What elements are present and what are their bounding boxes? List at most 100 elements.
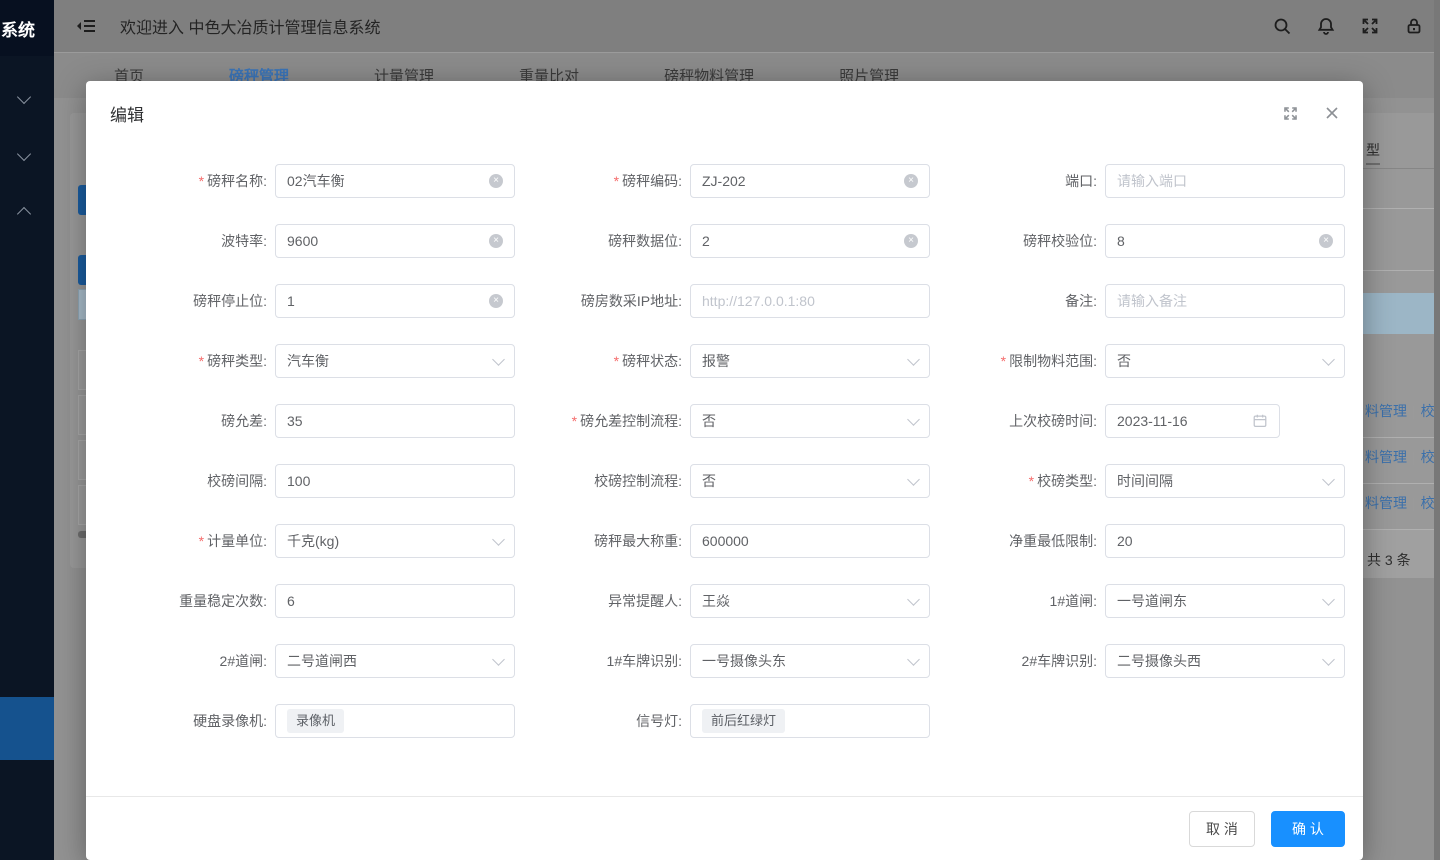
menu-fold-icon[interactable] <box>76 18 96 34</box>
daq-ip-field <box>690 284 930 318</box>
remark-form-item: 备注: <box>930 284 1345 318</box>
measure-unit-select[interactable]: 千克(kg) <box>275 524 515 558</box>
table-action-link[interactable]: 校 <box>1421 493 1435 513</box>
scale-name-input[interactable] <box>287 165 489 197</box>
scale-type-select[interactable]: 汽车衡 <box>275 344 515 378</box>
scale-name-field: × <box>275 164 515 198</box>
plate-camera-2-label: 2#车牌识别: <box>930 651 1105 671</box>
remark-label: 备注: <box>930 291 1105 311</box>
stable-times-form-item: 重量稳定次数: <box>110 584 515 618</box>
required-asterisk: * <box>1029 473 1034 489</box>
dvr-form-item: 硬盘录像机:录像机 <box>110 704 515 738</box>
plate-camera-1-select[interactable]: 一号摄像头东 <box>690 644 930 678</box>
clear-icon[interactable]: × <box>489 174 503 188</box>
link-divider: | <box>1412 449 1416 465</box>
tolerance-field <box>275 404 515 438</box>
remark-input[interactable] <box>1117 285 1333 317</box>
stop-bits-input[interactable] <box>287 285 489 317</box>
sidebar-menu-chevron-down-icon[interactable] <box>17 90 31 104</box>
dialog-fullscreen-icon[interactable] <box>1282 105 1299 127</box>
dialog-title: 编辑 <box>110 101 144 126</box>
table-action-link[interactable]: 料管理 <box>1365 447 1407 467</box>
calendar-icon[interactable] <box>1252 413 1268 429</box>
calibration-type-select[interactable]: 时间间隔 <box>1105 464 1345 498</box>
sidebar-menu-chevron-up-icon[interactable] <box>17 207 31 221</box>
scale-code-input[interactable] <box>702 165 904 197</box>
gate-2-select[interactable]: 二号道闸西 <box>275 644 515 678</box>
min-net-weight-input[interactable] <box>1117 525 1333 557</box>
gate-2-label: 2#道闸: <box>110 651 275 671</box>
tolerance-flow-form-item: *磅允差控制流程:否 <box>515 404 930 438</box>
plate-camera-2-select[interactable]: 二号摄像头西 <box>1105 644 1345 678</box>
required-asterisk: * <box>614 353 619 369</box>
max-weight-input[interactable] <box>702 525 918 557</box>
gate-1-form-item: 1#道闸:一号道闸东 <box>930 584 1345 618</box>
sidebar: 系统 <box>0 0 54 860</box>
clear-icon[interactable]: × <box>489 294 503 308</box>
required-asterisk: * <box>1001 353 1006 369</box>
baud-rate-input[interactable] <box>287 225 489 257</box>
sidebar-menu-chevron-down-icon[interactable] <box>17 147 31 161</box>
scale-name-form-item: *磅秤名称:× <box>110 164 515 198</box>
required-asterisk: * <box>199 533 204 549</box>
vertical-scrollbar[interactable] <box>1434 0 1440 860</box>
alert-person-select[interactable]: 王焱 <box>690 584 930 618</box>
data-bits-input[interactable] <box>702 225 904 257</box>
scale-status-form-item: *磅秤状态:报警 <box>515 344 930 378</box>
edit-dialog: 编辑 *磅秤名称:×*磅秤编码:×端口:波特率:×磅秤数据位:×磅秤校验位:×磅… <box>86 81 1363 860</box>
gate-1-select[interactable]: 一号道闸东 <box>1105 584 1345 618</box>
chevron-down-icon <box>1322 653 1335 666</box>
required-asterisk: * <box>614 173 619 189</box>
calibration-interval-input[interactable] <box>287 465 503 497</box>
check-bits-label: 磅秤校验位: <box>930 231 1105 251</box>
tolerance-label: 磅允差: <box>110 411 275 431</box>
max-weight-label: 磅秤最大称重: <box>515 531 690 551</box>
check-bits-form-item: 磅秤校验位: × <box>930 224 1345 258</box>
clear-icon[interactable]: × <box>1319 234 1333 248</box>
check-bits-input[interactable] <box>1117 225 1319 257</box>
clear-icon[interactable]: × <box>904 174 918 188</box>
table-action-link[interactable]: 校 <box>1421 447 1435 467</box>
table-action-link[interactable]: 料管理 <box>1365 401 1407 421</box>
table-action-link[interactable]: 料管理 <box>1365 493 1407 513</box>
stable-times-input[interactable] <box>287 585 503 617</box>
sidebar-active-item[interactable] <box>0 697 54 760</box>
data-bits-form-item: 磅秤数据位:× <box>515 224 930 258</box>
cancel-button[interactable]: 取 消 <box>1189 811 1255 847</box>
min-net-weight-label: 净重最低限制: <box>930 531 1105 551</box>
chevron-down-icon <box>1322 593 1335 606</box>
alert-person-label: 异常提醒人: <box>515 591 690 611</box>
dvr-field[interactable]: 录像机 <box>275 704 515 738</box>
tolerance-flow-select[interactable]: 否 <box>690 404 930 438</box>
daq-ip-input[interactable] <box>702 285 918 317</box>
calibration-interval-field <box>275 464 515 498</box>
check-bits-field: × <box>1105 224 1345 258</box>
tolerance-input[interactable] <box>287 405 503 437</box>
fullscreen-icon[interactable] <box>1360 16 1380 36</box>
lock-icon[interactable] <box>1404 16 1424 36</box>
dialog-footer: 取 消 确 认 <box>86 796 1363 860</box>
last-calibration-time-date-picker[interactable]: 2023-11-16 <box>1105 404 1280 438</box>
search-icon[interactable] <box>1272 16 1292 36</box>
calibration-flow-label: 校磅控制流程: <box>515 471 690 491</box>
material-limit-form-item: *限制物料范围:否 <box>930 344 1345 378</box>
table-action-link[interactable]: 校 <box>1421 401 1435 421</box>
port-input[interactable] <box>1117 165 1333 197</box>
daq-ip-label: 磅房数采IP地址: <box>515 291 690 311</box>
material-limit-select[interactable]: 否 <box>1105 344 1345 378</box>
tolerance-flow-label: *磅允差控制流程: <box>515 411 690 431</box>
port-label: 端口: <box>930 171 1105 191</box>
calibration-flow-select[interactable]: 否 <box>690 464 930 498</box>
scale-code-form-item: *磅秤编码:× <box>515 164 930 198</box>
confirm-button[interactable]: 确 认 <box>1271 811 1345 847</box>
stop-bits-field: × <box>275 284 515 318</box>
dialog-close-icon[interactable] <box>1323 104 1341 127</box>
dvr-tag: 录像机 <box>287 709 344 733</box>
clear-icon[interactable]: × <box>904 234 918 248</box>
daq-ip-form-item: 磅房数采IP地址: <box>515 284 930 318</box>
signal-light-field[interactable]: 前后红绿灯 <box>690 704 930 738</box>
bell-icon[interactable] <box>1316 16 1336 36</box>
chevron-down-icon <box>907 653 920 666</box>
scale-status-select[interactable]: 报警 <box>690 344 930 378</box>
clear-icon[interactable]: × <box>489 234 503 248</box>
